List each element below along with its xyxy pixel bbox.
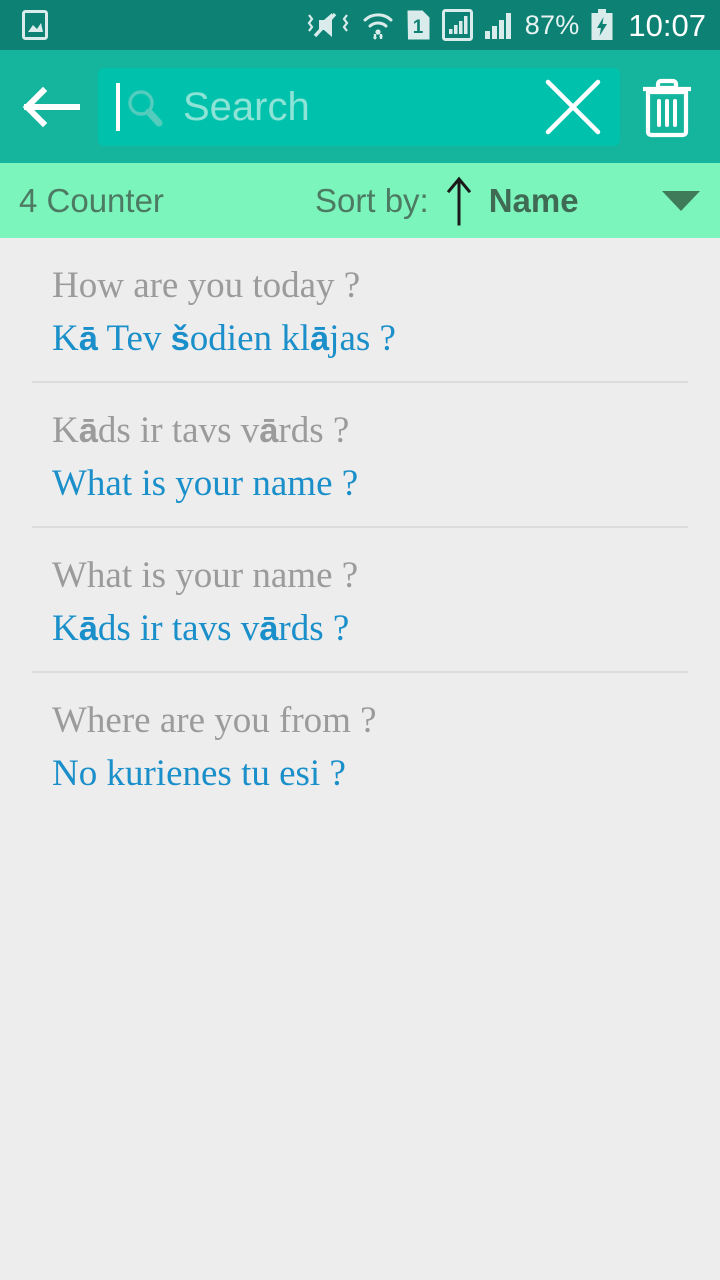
wifi-icon — [363, 13, 393, 40]
phrase-source: Kāds ir tavs vārds ? — [52, 410, 350, 451]
list-item[interactable]: What is your name ? Kāds ir tavs vārds ? — [0, 528, 720, 673]
signal-bars-1-icon — [441, 9, 473, 41]
clear-search-button[interactable] — [536, 70, 610, 144]
signal-bars-2-icon — [484, 13, 511, 39]
delete-button[interactable] — [620, 50, 720, 163]
battery-charging-icon — [591, 9, 613, 40]
image-icon — [22, 10, 48, 40]
status-bar: 1 87% 10:07 — [0, 0, 720, 50]
chevron-down-icon[interactable] — [662, 190, 700, 211]
sort-by-control[interactable]: Sort by: Name — [315, 176, 579, 226]
battery-percent-label: 87% — [524, 9, 580, 40]
list-item[interactable]: Kāds ir tavs vārds ? What is your name ? — [0, 383, 720, 528]
sort-value-label[interactable]: Name — [489, 184, 579, 217]
phrase-target: Kā Tev šodien klājas ? — [52, 318, 396, 360]
arrow-up-icon[interactable] — [446, 176, 472, 226]
counter-label: 4 Counter — [19, 182, 164, 219]
phrase-source: How are you today ? — [52, 265, 361, 306]
app-toolbar: Search — [0, 50, 720, 163]
trash-icon — [643, 78, 691, 137]
sort-bar: 4 Counter Sort by: Name — [0, 163, 720, 238]
list-item[interactable]: How are you today ? Kā Tev šodien klājas… — [0, 238, 720, 383]
phrase-target: Kāds ir tavs vārds ? — [52, 608, 350, 650]
status-bar-icons: 1 87% 10:07 — [306, 9, 706, 41]
search-box[interactable]: Search — [98, 67, 620, 146]
status-bar-clock: 10:07 — [628, 7, 706, 43]
list-item[interactable]: Where are you from ? No kurienes tu esi … — [0, 673, 720, 818]
sort-by-label: Sort by: — [315, 182, 429, 219]
arrow-left-icon — [22, 86, 80, 127]
close-icon — [545, 79, 601, 134]
sim-card-1-icon: 1 — [407, 10, 430, 40]
phrase-source: Where are you from ? — [52, 700, 377, 741]
volume-mute-vibrate-icon — [307, 12, 349, 38]
svg-text:1: 1 — [412, 17, 423, 38]
back-button[interactable] — [0, 50, 100, 163]
text-cursor — [116, 82, 120, 131]
status-bar-notifications — [22, 10, 48, 40]
phrase-source: What is your name ? — [52, 555, 359, 596]
search-input-placeholder[interactable]: Search — [183, 87, 310, 127]
phrase-target: No kurienes tu esi ? — [52, 753, 346, 795]
phrase-list: How are you today ? Kā Tev šodien klājas… — [0, 238, 720, 818]
search-icon — [128, 89, 163, 126]
phrase-target: What is your name ? — [52, 463, 359, 505]
